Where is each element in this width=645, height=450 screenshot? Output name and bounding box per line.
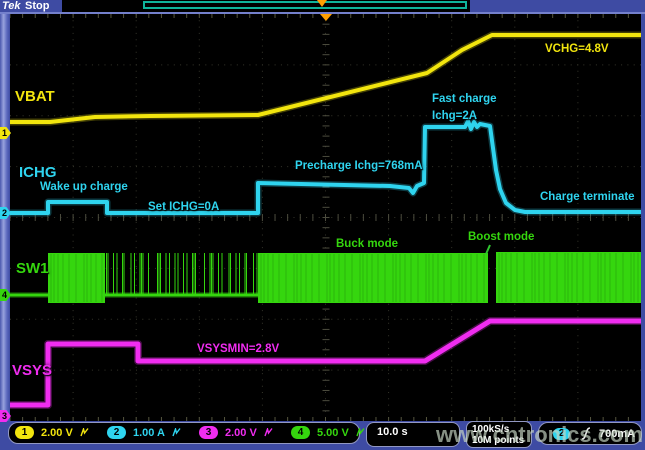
trace-label-vbat: VBAT	[15, 88, 55, 105]
channel-3-scale: 2.00 V	[225, 427, 257, 439]
timebase-value: 10.0 s	[377, 426, 408, 438]
oscilloscope-screen: Tek Stop VBAT ICHG SW1 VSYS VCHG=4.8V Fa…	[0, 0, 645, 450]
channel-3-badge: 3	[199, 426, 218, 439]
annotation-set-ichg: Set ICHG=0A	[148, 201, 219, 213]
channel-3-coupling-icon	[264, 428, 273, 437]
annotation-fast-charge: Fast charge	[432, 93, 497, 105]
channel-4-readout: 4 5.00 V	[291, 426, 365, 439]
annotation-fast-charge-ichg: Ichg=2A	[432, 110, 477, 122]
channel-2-scale: 1.00 A	[133, 427, 165, 439]
channel-4-coupling-icon	[356, 428, 365, 437]
channel-1-coupling-icon	[80, 428, 89, 437]
channel-2-readout: 2 1.00 A	[107, 426, 181, 439]
annotation-boost-mode: Boost mode	[468, 231, 534, 243]
waveform-display: VBAT ICHG SW1 VSYS VCHG=4.8V Fast charge…	[10, 14, 641, 421]
record-view-bar	[62, 0, 470, 12]
channel-1-badge: 1	[15, 426, 34, 439]
annotation-vsysmin: VSYSMIN=2.8V	[197, 343, 279, 355]
channel-1-scale: 2.00 V	[41, 427, 73, 439]
trigger-position-marker-icon	[320, 14, 332, 21]
channel-2-badge: 2	[107, 426, 126, 439]
channel-4-badge: 4	[291, 426, 310, 439]
annotation-charge-terminate: Charge terminate	[540, 191, 635, 203]
channel-1-readout: 1 2.00 V	[15, 426, 89, 439]
trace-label-sw1: SW1	[16, 260, 49, 277]
trace-label-vsys: VSYS	[12, 362, 52, 379]
watermark: www.cntronics.com	[436, 422, 643, 448]
channel-readouts-box: 1 2.00 V 2 1.00 A 3 2.00 V 4 5.00 V	[8, 422, 360, 444]
annotation-buck-mode: Buck mode	[336, 238, 398, 250]
annotation-precharge: Precharge Ichg=768mA	[295, 160, 423, 172]
trace-label-ichg: ICHG	[19, 164, 57, 181]
channel-4-scale: 5.00 V	[317, 427, 349, 439]
channel-2-coupling-icon	[172, 428, 181, 437]
annotation-vchg: VCHG=4.8V	[545, 43, 609, 55]
channel-3-readout: 3 2.00 V	[199, 426, 273, 439]
waveform-canvas	[10, 14, 641, 421]
record-view-window	[143, 1, 467, 9]
top-bar: Tek Stop	[0, 0, 645, 14]
annotation-wake-up-charge: Wake up charge	[40, 181, 128, 193]
acquisition-status: Stop	[25, 0, 49, 12]
record-trigger-marker-icon	[317, 0, 327, 7]
brand-logo: Tek	[2, 0, 21, 12]
